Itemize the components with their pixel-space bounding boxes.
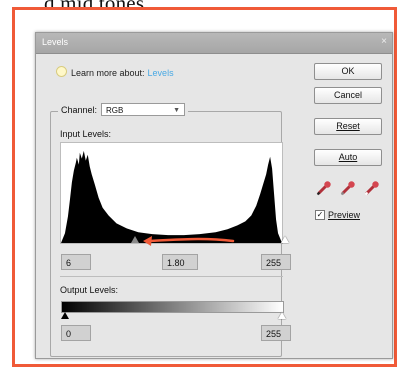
title-bar: Levels ×: [36, 33, 392, 54]
output-black-handle[interactable]: [61, 312, 69, 319]
channel-select[interactable]: RGB ▼: [101, 103, 186, 116]
window-title: Levels: [42, 37, 69, 47]
channel-row: Channel: RGB ▼: [58, 103, 189, 116]
input-white-handle[interactable]: [281, 236, 289, 243]
input-gamma-handle[interactable]: [131, 236, 139, 243]
auto-button[interactable]: Auto: [314, 149, 382, 166]
output-gradient: [61, 301, 284, 313]
input-black-field[interactable]: 6: [61, 254, 91, 270]
learn-more-label: Learn more about:: [71, 68, 145, 78]
annotation-arrow-icon: [143, 236, 235, 246]
reset-button[interactable]: Reset: [314, 118, 382, 135]
histogram: [60, 142, 283, 244]
auto-label: Auto: [338, 152, 358, 162]
input-gamma-field[interactable]: 1.80: [162, 254, 198, 270]
info-bulb-icon: [56, 66, 67, 77]
preview-label: Preview: [328, 210, 361, 220]
learn-more: Learn more about: Levels: [56, 66, 174, 78]
white-eyedropper-icon[interactable]: [364, 180, 380, 196]
output-white-field[interactable]: 255: [261, 325, 291, 341]
output-levels-label: Output Levels:: [60, 285, 119, 295]
preview-check-icon: ✓: [315, 210, 325, 220]
cancel-button[interactable]: Cancel: [314, 87, 382, 104]
black-eyedropper-icon[interactable]: [316, 180, 332, 196]
input-white-field[interactable]: 255: [261, 254, 291, 270]
chevron-down-icon: ▼: [173, 107, 181, 114]
input-black-handle[interactable]: [65, 236, 73, 243]
output-black-field[interactable]: 0: [61, 325, 91, 341]
levels-dialog: Levels × Learn more about: Levels OK Canc…: [35, 32, 393, 359]
divider: [60, 276, 283, 277]
channel-value: RGB: [106, 106, 124, 115]
preview-checkbox[interactable]: ✓ Preview: [315, 210, 360, 220]
ok-button[interactable]: OK: [314, 63, 382, 80]
learn-more-link[interactable]: Levels: [148, 68, 174, 78]
channel-label: Channel:: [61, 104, 98, 115]
output-white-handle[interactable]: [278, 312, 286, 319]
input-levels-label: Input Levels:: [60, 129, 112, 139]
reset-label: Reset: [336, 121, 360, 131]
close-icon[interactable]: ×: [381, 36, 387, 47]
gray-eyedropper-icon[interactable]: [340, 180, 356, 196]
